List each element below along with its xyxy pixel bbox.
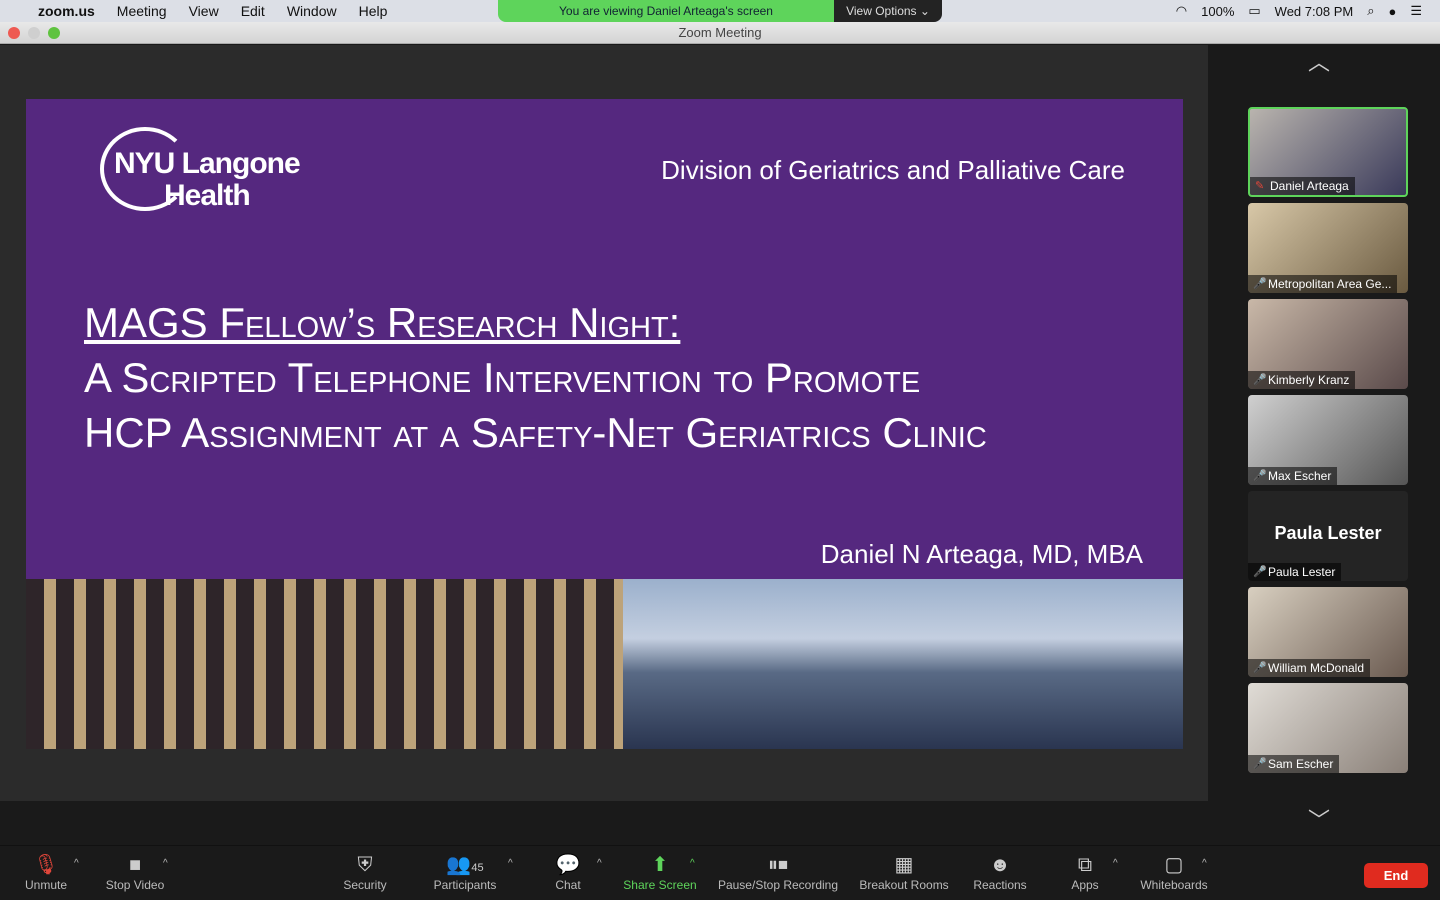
whiteboards-caret[interactable]: ^ <box>1202 858 1207 869</box>
participant-tile[interactable]: Sam Escher 🎤 <box>1248 683 1408 773</box>
breakout-rooms-icon: ▦ <box>894 854 914 876</box>
muted-mic-icon: 🎤 <box>1253 278 1267 290</box>
battery-icon[interactable]: ▭ <box>1248 3 1260 19</box>
unmute-button[interactable]: 🎙 Unmute <box>20 852 72 892</box>
participants-label: Participants <box>433 878 497 892</box>
whiteboard-icon: ▢ <box>1164 854 1184 876</box>
window-title: Zoom Meeting <box>678 25 762 40</box>
muted-mic-icon: 🎙 <box>33 854 59 876</box>
title-line3: HCP Assignment at a Safety-Net Geriatric… <box>84 409 987 456</box>
share-screen-icon: ⬆ <box>651 854 669 876</box>
muted-mic-icon: 🎤 <box>1253 566 1267 578</box>
apps-caret[interactable]: ^ <box>1113 858 1118 869</box>
logo-line1: NYU Langone <box>114 147 301 180</box>
video-camera-icon: ■ <box>128 854 142 876</box>
scroll-down-icon[interactable]: ﹀ <box>1308 803 1330 835</box>
slide-title: MAGS Fellow’s Research Night: A Scripted… <box>84 295 987 460</box>
view-options-label: View Options <box>846 4 917 18</box>
recording-button[interactable]: ⏸⏹ Pause/Stop Recording <box>714 852 842 892</box>
menu-edit[interactable]: Edit <box>241 3 265 19</box>
recording-label: Pause/Stop Recording <box>717 878 839 892</box>
muted-mic-icon: 🎤 <box>1253 374 1267 386</box>
muted-mic-icon: 🎤 <box>1253 758 1267 770</box>
apps-icon: ⧉ <box>1077 854 1093 876</box>
division-name: Division of Geriatrics and Palliative Ca… <box>661 155 1125 185</box>
breakout-rooms-button[interactable]: ▦ Breakout Rooms <box>856 852 952 892</box>
logo-line2: Health <box>164 179 251 212</box>
end-meeting-button[interactable]: End <box>1364 863 1428 888</box>
participant-tile[interactable]: Paula Lester Paula Lester 🎤 <box>1248 491 1408 581</box>
emoji-icon: ☻ <box>989 854 1011 876</box>
participants-button[interactable]: 👥45 Participants <box>428 852 502 892</box>
scroll-up-icon[interactable]: ︿ <box>1308 45 1330 77</box>
stop-video-label: Stop Video <box>105 878 165 892</box>
clock[interactable]: Wed 7:08 PM <box>1275 4 1354 19</box>
menu-window[interactable]: Window <box>287 3 337 19</box>
chat-icon: 💬 <box>555 854 581 876</box>
wifi-icon[interactable]: ◠ <box>1176 3 1187 19</box>
chat-button[interactable]: 💬 Chat <box>548 852 588 892</box>
pin-icon: ✎ <box>1255 180 1265 192</box>
title-line2: A Scripted Telephone Intervention to Pro… <box>84 354 921 401</box>
share-caret[interactable]: ^ <box>690 858 695 869</box>
shield-icon: ⛨ <box>357 854 373 876</box>
shared-screen: NYU Langone Health Division of Geriatric… <box>0 45 1208 801</box>
stop-video-button[interactable]: ■ Stop Video <box>100 852 170 892</box>
participant-count: 45 <box>471 862 484 874</box>
share-screen-label: Share Screen <box>623 878 697 892</box>
city-photo-banner <box>26 579 1183 749</box>
battery-percent: 100% <box>1201 3 1235 19</box>
zoom-window-button[interactable] <box>48 27 60 39</box>
share-screen-button[interactable]: ⬆ Share Screen <box>620 852 700 892</box>
menu-view[interactable]: View <box>189 3 219 19</box>
participants-caret[interactable]: ^ <box>508 858 513 869</box>
whiteboards-label: Whiteboards <box>1140 878 1208 892</box>
chat-label: Chat <box>555 878 581 892</box>
whiteboards-button[interactable]: ▢ Whiteboards <box>1136 852 1212 892</box>
muted-mic-icon: 🎤 <box>1253 662 1267 674</box>
status-area: ◠ 100% ▭ Wed 7:08 PM ⌕ ● ☰ <box>1176 0 1422 22</box>
audio-options-caret[interactable]: ^ <box>74 858 79 869</box>
muted-mic-icon: 🎤 <box>1253 470 1267 482</box>
menu-app[interactable]: zoom.us <box>38 3 95 19</box>
control-center-icon[interactable]: ☰ <box>1410 3 1422 19</box>
participant-name: Metropolitan Area Ge... <box>1248 275 1398 293</box>
meeting-toolbar: 🎙 Unmute ^ ■ Stop Video ^ ⛨ Security 👥45 Par… <box>0 845 1440 900</box>
participant-tile[interactable]: William McDonald 🎤 <box>1248 587 1408 677</box>
security-button[interactable]: ⛨ Security <box>335 852 395 892</box>
apps-button[interactable]: ⧉ Apps <box>1066 852 1104 892</box>
pause-stop-icon: ⏸⏹ <box>768 854 788 876</box>
participant-tile[interactable]: Max Escher 🎤 <box>1248 395 1408 485</box>
participant-tile[interactable]: Daniel Arteaga ✎ <box>1248 107 1408 197</box>
unmute-label: Unmute <box>24 878 68 892</box>
participant-tile[interactable]: Metropolitan Area Ge... 🎤 <box>1248 203 1408 293</box>
participant-gallery: ︿ Daniel Arteaga ✎ Metropolitan Area Ge...… <box>1208 45 1440 833</box>
close-window-button[interactable] <box>8 27 20 39</box>
participant-name-large: Paula Lester <box>1274 523 1382 543</box>
window-titlebar: Zoom Meeting <box>0 22 1440 44</box>
presentation-slide: NYU Langone Health Division of Geriatric… <box>26 99 1183 749</box>
participant-tile[interactable]: Kimberly Kranz 🎤 <box>1248 299 1408 389</box>
view-options-button[interactable]: View Options ⌄ <box>834 0 942 22</box>
menu-meeting[interactable]: Meeting <box>117 3 167 19</box>
participants-icon: 👥45 <box>446 854 484 876</box>
slide-author: Daniel N Arteaga, MD, MBA <box>820 539 1143 569</box>
menu-help[interactable]: Help <box>359 3 388 19</box>
chat-caret[interactable]: ^ <box>597 858 602 869</box>
breakout-label: Breakout Rooms <box>859 878 949 892</box>
security-label: Security <box>343 878 387 892</box>
screen-share-banner: You are viewing Daniel Arteaga's screen <box>498 0 834 22</box>
reactions-label: Reactions <box>973 878 1027 892</box>
search-icon[interactable]: ⌕ <box>1367 3 1374 19</box>
participant-name: Daniel Arteaga <box>1250 177 1355 195</box>
minimize-window-button[interactable] <box>28 27 40 39</box>
reactions-button[interactable]: ☻ Reactions <box>968 852 1032 892</box>
apps-label: Apps <box>1071 878 1099 892</box>
video-options-caret[interactable]: ^ <box>163 858 168 869</box>
siri-icon[interactable]: ● <box>1388 4 1396 19</box>
banner-text: You are viewing Daniel Arteaga's screen <box>559 4 773 18</box>
title-line1: MAGS Fellow’s Research Night: <box>84 299 681 346</box>
